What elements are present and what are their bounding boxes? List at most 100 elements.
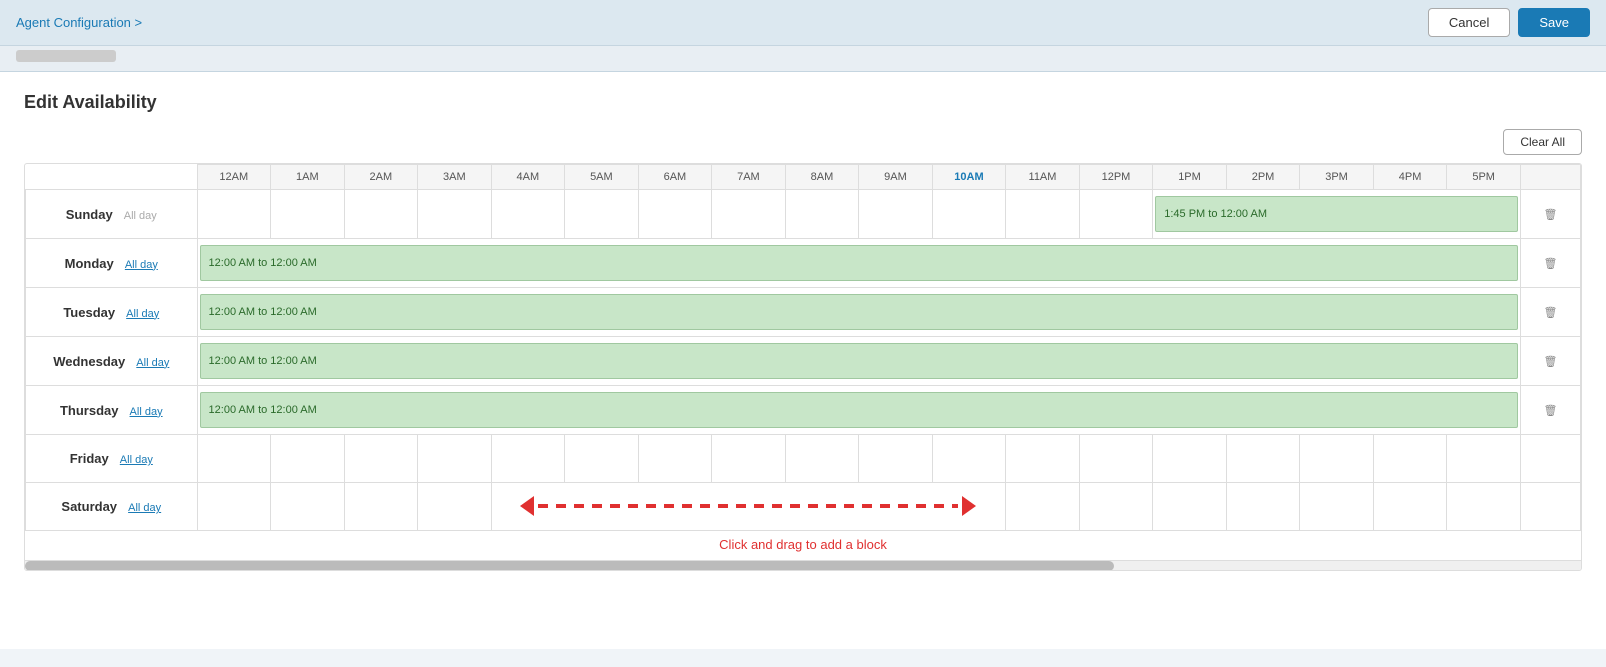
hour-col-2pm: 2PM	[1226, 165, 1300, 190]
thursday-block-cell[interactable]: 12:00 AM to 12:00 AM	[197, 386, 1520, 435]
sunday-cell-7am[interactable]	[712, 190, 786, 239]
clear-all-row: Clear All	[24, 129, 1582, 155]
hour-col-6am: 6AM	[638, 165, 712, 190]
sunday-delete-button[interactable]: 🗑	[1521, 190, 1581, 239]
saturday-cell-12pm[interactable]	[1079, 483, 1153, 531]
drag-arrow-container	[492, 496, 1006, 516]
monday-time-block: 12:00 AM to 12:00 AM	[200, 245, 1518, 281]
table-row: Friday All day	[26, 435, 1581, 483]
schedule-wrapper: 12AM 1AM 2AM 3AM 4AM 5AM 6AM 7AM 8AM 9AM…	[24, 163, 1582, 571]
saturday-cell-12am[interactable]	[197, 483, 271, 531]
breadcrumb-link[interactable]: Agent Configuration >	[16, 15, 142, 30]
save-button[interactable]: Save	[1518, 8, 1590, 37]
saturday-cell-2pm[interactable]	[1226, 483, 1300, 531]
saturday-cell-3am[interactable]	[418, 483, 492, 531]
saturday-delete-button	[1521, 483, 1581, 531]
header-empty	[26, 165, 198, 190]
friday-delete-button	[1521, 435, 1581, 483]
saturday-allday-link[interactable]: All day	[128, 502, 161, 514]
hour-col-1am: 1AM	[271, 165, 345, 190]
friday-cell-5am[interactable]	[565, 435, 639, 483]
saturday-drag-hint-cell[interactable]	[491, 483, 1006, 531]
hour-col-12pm: 12PM	[1079, 165, 1153, 190]
friday-cell-1pm[interactable]	[1153, 435, 1227, 483]
sunday-cell-5am[interactable]	[565, 190, 639, 239]
agent-name-placeholder	[16, 50, 116, 62]
sunday-cell-8am[interactable]	[785, 190, 859, 239]
saturday-cell-3pm[interactable]	[1300, 483, 1374, 531]
hour-col-5am: 5AM	[565, 165, 639, 190]
friday-cell-5pm[interactable]	[1447, 435, 1521, 483]
tuesday-allday-link[interactable]: All day	[126, 308, 159, 320]
sunday-cell-4am[interactable]	[491, 190, 565, 239]
monday-allday-link[interactable]: All day	[125, 259, 158, 271]
hour-col-8am: 8AM	[785, 165, 859, 190]
wednesday-block-cell[interactable]: 12:00 AM to 12:00 AM	[197, 337, 1520, 386]
wednesday-delete-button[interactable]: 🗑	[1521, 337, 1581, 386]
hour-col-4am: 4AM	[491, 165, 565, 190]
clear-all-button[interactable]: Clear All	[1503, 129, 1582, 155]
sunday-cell-10am[interactable]	[932, 190, 1006, 239]
monday-delete-button[interactable]: 🗑	[1521, 239, 1581, 288]
wednesday-allday-link[interactable]: All day	[136, 357, 169, 369]
saturday-cell-1am[interactable]	[271, 483, 345, 531]
tuesday-time-block: 12:00 AM to 12:00 AM	[200, 294, 1518, 330]
saturday-cell-11am[interactable]	[1006, 483, 1080, 531]
friday-cell-10am[interactable]	[932, 435, 1006, 483]
scrollbar-thumb[interactable]	[25, 561, 1114, 571]
table-row: Tuesday All day 12:00 AM to 12:00 AM 🗑	[26, 288, 1581, 337]
thursday-allday-link[interactable]: All day	[130, 406, 163, 418]
sunday-cell-1am[interactable]	[271, 190, 345, 239]
hour-col-3am: 3AM	[418, 165, 492, 190]
hour-col-12am: 12AM	[197, 165, 271, 190]
header-delete	[1521, 165, 1581, 190]
friday-cell-3am[interactable]	[418, 435, 492, 483]
tuesday-block-cell[interactable]: 12:00 AM to 12:00 AM	[197, 288, 1520, 337]
tuesday-name: Tuesday	[63, 305, 115, 320]
schedule-table: 12AM 1AM 2AM 3AM 4AM 5AM 6AM 7AM 8AM 9AM…	[25, 164, 1581, 560]
hour-col-7am: 7AM	[712, 165, 786, 190]
saturday-cell-4pm[interactable]	[1373, 483, 1447, 531]
sunday-cell-9am[interactable]	[859, 190, 933, 239]
saturday-cell-1pm[interactable]	[1153, 483, 1227, 531]
friday-cell-3pm[interactable]	[1300, 435, 1374, 483]
cancel-button[interactable]: Cancel	[1428, 8, 1510, 37]
hour-col-1pm: 1PM	[1153, 165, 1227, 190]
horizontal-scrollbar[interactable]	[25, 560, 1581, 570]
sunday-cell-12pm[interactable]	[1079, 190, 1153, 239]
hour-col-2am: 2AM	[344, 165, 418, 190]
thursday-delete-button[interactable]: 🗑	[1521, 386, 1581, 435]
sunday-cell-2am[interactable]	[344, 190, 418, 239]
friday-cell-6am[interactable]	[638, 435, 712, 483]
friday-cell-1am[interactable]	[271, 435, 345, 483]
friday-cell-4am[interactable]	[491, 435, 565, 483]
tuesday-label-cell: Tuesday All day	[26, 288, 198, 337]
sunday-block-cell[interactable]: 1:45 PM to 12:00 AM	[1153, 190, 1521, 239]
friday-cell-7am[interactable]	[712, 435, 786, 483]
sunday-cell-12am[interactable]	[197, 190, 271, 239]
monday-block-cell[interactable]: 12:00 AM to 12:00 AM	[197, 239, 1520, 288]
sunday-allday-link[interactable]: All day	[124, 210, 157, 222]
saturday-cell-2am[interactable]	[344, 483, 418, 531]
thursday-label-cell: Thursday All day	[26, 386, 198, 435]
sunday-cell-3am[interactable]	[418, 190, 492, 239]
friday-cell-2pm[interactable]	[1226, 435, 1300, 483]
friday-cell-8am[interactable]	[785, 435, 859, 483]
tuesday-delete-button[interactable]: 🗑	[1521, 288, 1581, 337]
friday-cell-12pm[interactable]	[1079, 435, 1153, 483]
friday-cell-2am[interactable]	[344, 435, 418, 483]
sunday-cell-6am[interactable]	[638, 190, 712, 239]
table-row: Sunday All day	[26, 190, 1581, 239]
friday-cell-12am[interactable]	[197, 435, 271, 483]
friday-cell-9am[interactable]	[859, 435, 933, 483]
hour-col-5pm: 5PM	[1447, 165, 1521, 190]
friday-allday-link[interactable]: All day	[120, 454, 153, 466]
drag-hint-text: Click and drag to add a block	[719, 537, 887, 552]
sunday-label-cell: Sunday All day	[26, 190, 198, 239]
saturday-cell-5pm[interactable]	[1447, 483, 1521, 531]
wednesday-name: Wednesday	[53, 354, 125, 369]
sunday-cell-11am[interactable]	[1006, 190, 1080, 239]
friday-cell-4pm[interactable]	[1373, 435, 1447, 483]
friday-cell-11am[interactable]	[1006, 435, 1080, 483]
wednesday-label-cell: Wednesday All day	[26, 337, 198, 386]
